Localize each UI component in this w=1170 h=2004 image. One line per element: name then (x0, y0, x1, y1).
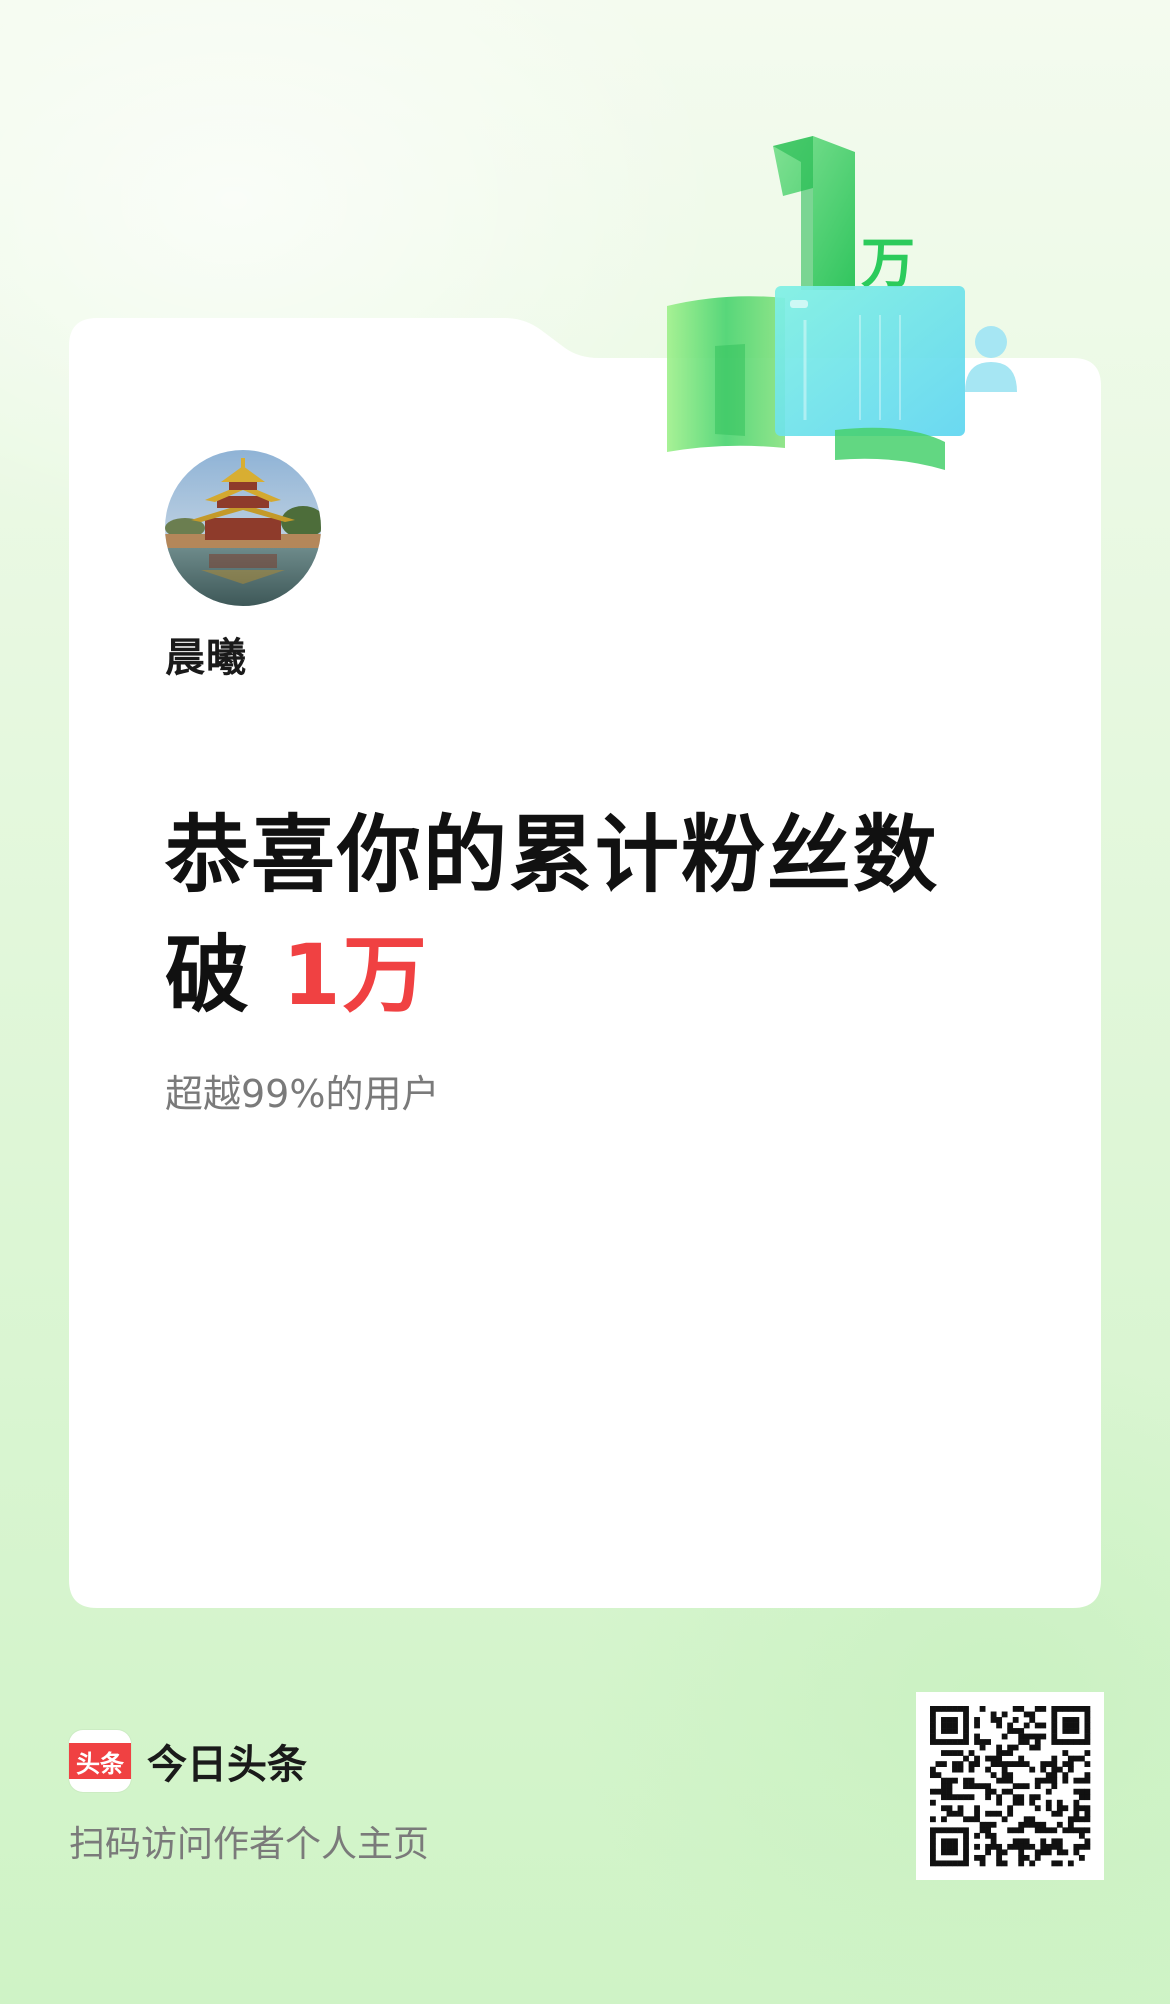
badge-number (773, 136, 855, 290)
toutiao-logo-icon: 头条 (69, 1730, 131, 1792)
qr-code-icon[interactable] (916, 1692, 1104, 1880)
follower-milestone-value: 1万 (282, 926, 429, 1024)
brand: 头条 今日头条 (69, 1728, 307, 1794)
headline-line2: 破 1万 (165, 915, 985, 1035)
milestone-badge: 万 (655, 130, 1025, 475)
headline-prefix: 破 (165, 926, 283, 1024)
user-icon (965, 326, 1017, 392)
username: 晨曦 (165, 635, 247, 681)
logo-text: 头条 (69, 1743, 131, 1779)
brand-tagline: 扫码访问作者个人主页 (69, 1824, 430, 1865)
forbidden-city-corner-tower-avatar (165, 450, 321, 606)
ranking-subtitle: 超越99%的用户 (165, 1072, 440, 1116)
headline: 恭喜你的累计粉丝数 破 1万 (165, 795, 985, 1035)
avatar[interactable] (165, 450, 321, 606)
badge-unit: 万 (861, 232, 915, 295)
brand-name: 今日头条 (147, 1742, 307, 1788)
headline-line1: 恭喜你的累计粉丝数 (165, 806, 940, 904)
qr-code-graphic (930, 1706, 1091, 1867)
